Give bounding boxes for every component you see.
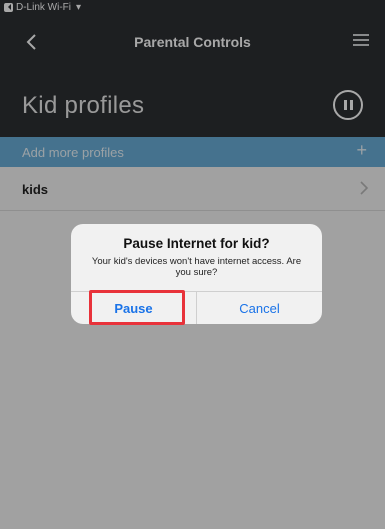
cancel-button[interactable]: Cancel bbox=[197, 292, 322, 324]
pause-confirm-dialog: Pause Internet for kid? Your kid's devic… bbox=[71, 224, 322, 324]
dialog-buttons: Pause Cancel bbox=[71, 291, 322, 324]
dialog-title: Pause Internet for kid? bbox=[123, 236, 270, 251]
dialog-message: Your kid's devices won't have internet a… bbox=[91, 256, 302, 278]
pause-button[interactable]: Pause bbox=[71, 292, 196, 324]
